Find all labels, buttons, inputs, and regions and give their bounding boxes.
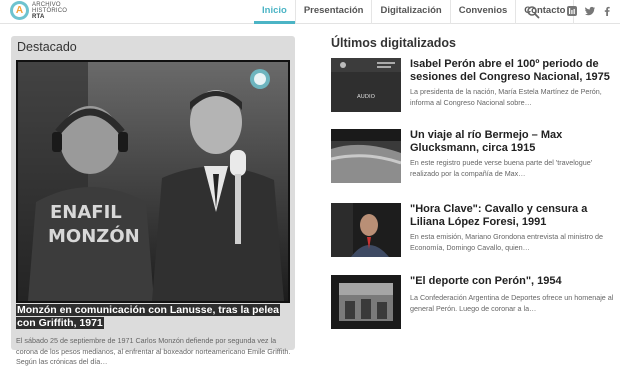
list-item: AUDIO Isabel Perón abre el 100º periodo … xyxy=(331,58,616,114)
nav-item-convenios[interactable]: Convenios xyxy=(451,0,516,24)
site-header: A ARCHIVO HISTÓRICO RTA Inicio Presentac… xyxy=(0,0,620,24)
item-description: En este registro puede verse buena parte… xyxy=(410,158,593,178)
site-logo[interactable]: A ARCHIVO HISTÓRICO RTA xyxy=(10,1,67,20)
list-item: Un viaje al río Bermejo – Max Glucksmann… xyxy=(331,129,616,185)
item-thumbnail[interactable] xyxy=(331,203,401,257)
latest-heading: Últimos digitalizados xyxy=(331,36,457,50)
item-title[interactable]: "El deporte con Perón", 1954 xyxy=(410,275,616,288)
featured-video-still[interactable]: ENAFIL MONZÓN xyxy=(16,60,290,303)
featured-panel: Destacado ENAFIL MONZÓN Monzón en comuni xyxy=(11,36,295,366)
item-thumbnail[interactable]: AUDIO xyxy=(331,58,401,112)
item-thumbnail[interactable] xyxy=(331,275,401,329)
featured-description: El sábado 25 de septiembre de 1971 Carlo… xyxy=(16,336,291,366)
facebook-icon[interactable] xyxy=(601,5,613,17)
svg-text:MONZÓN: MONZÓN xyxy=(48,225,140,247)
featured-title[interactable]: Monzón en comunicación con Lanusse, tras… xyxy=(16,304,290,330)
youtube-icon[interactable] xyxy=(566,5,578,17)
list-item: "Hora Clave": Cavallo y censura a Lilian… xyxy=(331,203,616,259)
item-title[interactable]: Isabel Perón abre el 100º periodo de ses… xyxy=(410,58,616,84)
item-description: En esta emisión, Mariano Grondona entrev… xyxy=(410,232,603,252)
item-description: La Confederación Argentina de Deportes o… xyxy=(410,293,614,313)
item-title[interactable]: Un viaje al río Bermejo – Max Glucksmann… xyxy=(410,129,616,155)
search-icon[interactable] xyxy=(526,5,540,19)
nav-item-digitalizacion[interactable]: Digitalización xyxy=(372,0,449,24)
item-thumbnail[interactable] xyxy=(331,129,401,183)
featured-heading: Destacado xyxy=(17,40,77,54)
item-description: La presidenta de la nación, María Estela… xyxy=(410,87,602,107)
nav-item-presentacion[interactable]: Presentación xyxy=(296,0,372,24)
item-title[interactable]: "Hora Clave": Cavallo y censura a Lilian… xyxy=(410,203,616,229)
twitter-icon[interactable] xyxy=(584,5,596,17)
svg-text:ENAFIL: ENAFIL xyxy=(50,202,122,223)
nav-item-contacto[interactable]: Contacto xyxy=(516,0,573,24)
logo-text: ARCHIVO HISTÓRICO RTA xyxy=(32,1,68,20)
logo-mark: A xyxy=(10,1,29,20)
audio-label: AUDIO xyxy=(357,94,376,100)
list-item: "El deporte con Perón", 1954 La Confeder… xyxy=(331,275,616,331)
nav-item-inicio[interactable]: Inicio xyxy=(254,0,295,24)
